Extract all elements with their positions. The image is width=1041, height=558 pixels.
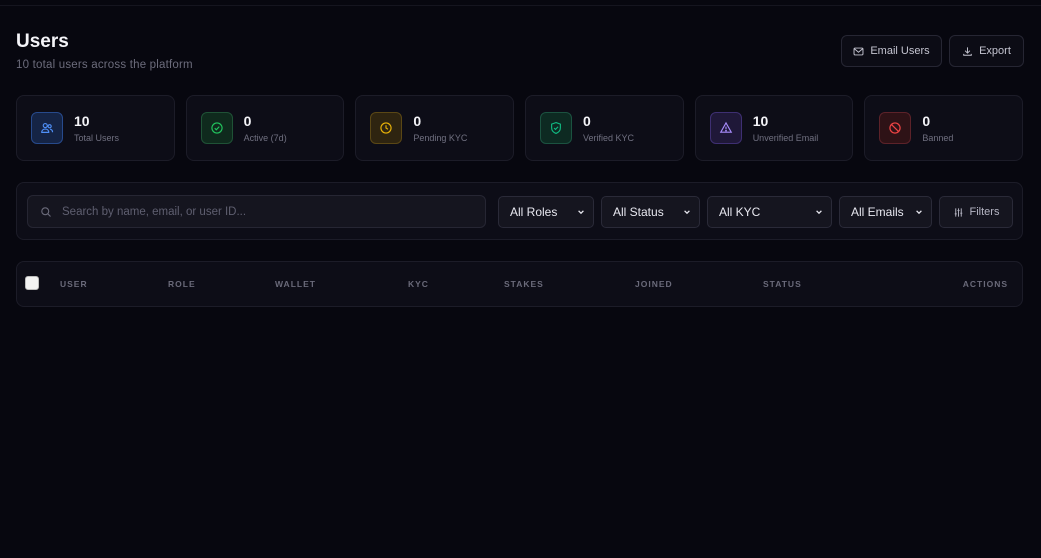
page-title: Users — [16, 31, 69, 52]
alert-triangle-icon — [709, 112, 742, 144]
stat-card-pending-kyc: 0 Pending KYC — [355, 95, 515, 161]
emails-select[interactable]: All Emails — [839, 196, 932, 228]
status-select-value: All Status — [613, 205, 664, 219]
status-select[interactable]: All Status — [601, 196, 700, 228]
stat-label: Banned — [922, 133, 954, 143]
email-users-label: Email Users — [870, 45, 930, 57]
stat-label: Active (7d) — [243, 133, 287, 143]
stat-label: Total Users — [74, 133, 120, 143]
chevron-down-icon — [578, 210, 584, 215]
stat-label: Pending KYC — [413, 133, 468, 143]
column-header-wallet[interactable]: WALLET — [275, 279, 316, 289]
page-subtitle: 10 total users across the platform — [16, 59, 193, 71]
column-header-role[interactable]: ROLE — [168, 279, 196, 289]
role-select-value: All Roles — [510, 205, 558, 219]
stat-card-verified-kyc: 0 Verified KYC — [525, 95, 684, 161]
email-users-button[interactable]: Email Users — [841, 35, 942, 67]
stat-label: Unverified Email — [752, 133, 819, 143]
mail-icon — [853, 47, 864, 55]
column-header-stakes[interactable]: STAKES — [504, 279, 544, 289]
check-circle-icon — [200, 112, 233, 144]
download-icon — [963, 46, 972, 56]
search-box[interactable] — [27, 195, 486, 228]
export-button[interactable]: Export — [949, 35, 1024, 67]
stats-row: 10 Total Users 0 Active (7d) 0 Pending K… — [16, 95, 1024, 161]
kyc-select-value: All KYC — [719, 205, 761, 219]
stat-card-unverified-email: 10 Unverified Email — [694, 95, 854, 161]
top-divider — [0, 5, 1041, 6]
users-table: USER ROLE WALLET KYC STAKES JOINED STATU… — [16, 261, 1023, 307]
search-input[interactable] — [62, 205, 462, 218]
column-header-joined[interactable]: JOINED — [635, 279, 673, 289]
sliders-icon — [954, 207, 962, 217]
kyc-select[interactable]: All KYC — [707, 196, 832, 228]
stat-value: 0 — [413, 113, 422, 129]
stat-value: 10 — [74, 113, 90, 129]
filters-button-label: Filters — [969, 206, 1000, 218]
column-header-status[interactable]: STATUS — [763, 279, 802, 289]
stat-card-active: 0 Active (7d) — [185, 95, 345, 161]
select-all-checkbox[interactable] — [25, 276, 39, 290]
chevron-down-icon — [916, 210, 922, 215]
clock-icon — [370, 112, 403, 144]
stat-label: Verified KYC — [583, 133, 635, 143]
shield-check-icon — [540, 112, 573, 144]
users-icon — [31, 112, 63, 144]
stat-value: 0 — [922, 113, 931, 129]
filter-bar: All Roles All Status All KYC All Emails … — [16, 182, 1023, 240]
chevron-down-icon — [816, 210, 822, 215]
role-select[interactable]: All Roles — [498, 196, 594, 228]
export-label: Export — [979, 45, 1011, 57]
stat-value: 0 — [583, 113, 591, 129]
stat-value: 10 — [752, 113, 769, 129]
filters-button[interactable]: Filters — [939, 196, 1013, 228]
emails-select-value: All Emails — [851, 205, 904, 219]
stat-value: 0 — [243, 113, 252, 129]
stat-card-banned: 0 Banned — [864, 95, 1024, 161]
search-icon — [41, 206, 51, 217]
ban-icon — [879, 112, 912, 144]
column-header-actions: ACTIONS — [962, 279, 1008, 289]
column-header-user[interactable]: USER — [60, 279, 88, 289]
chevron-down-icon — [684, 210, 690, 215]
column-header-kyc[interactable]: KYC — [408, 279, 429, 289]
stat-card-total-users: 10 Total Users — [16, 95, 175, 161]
